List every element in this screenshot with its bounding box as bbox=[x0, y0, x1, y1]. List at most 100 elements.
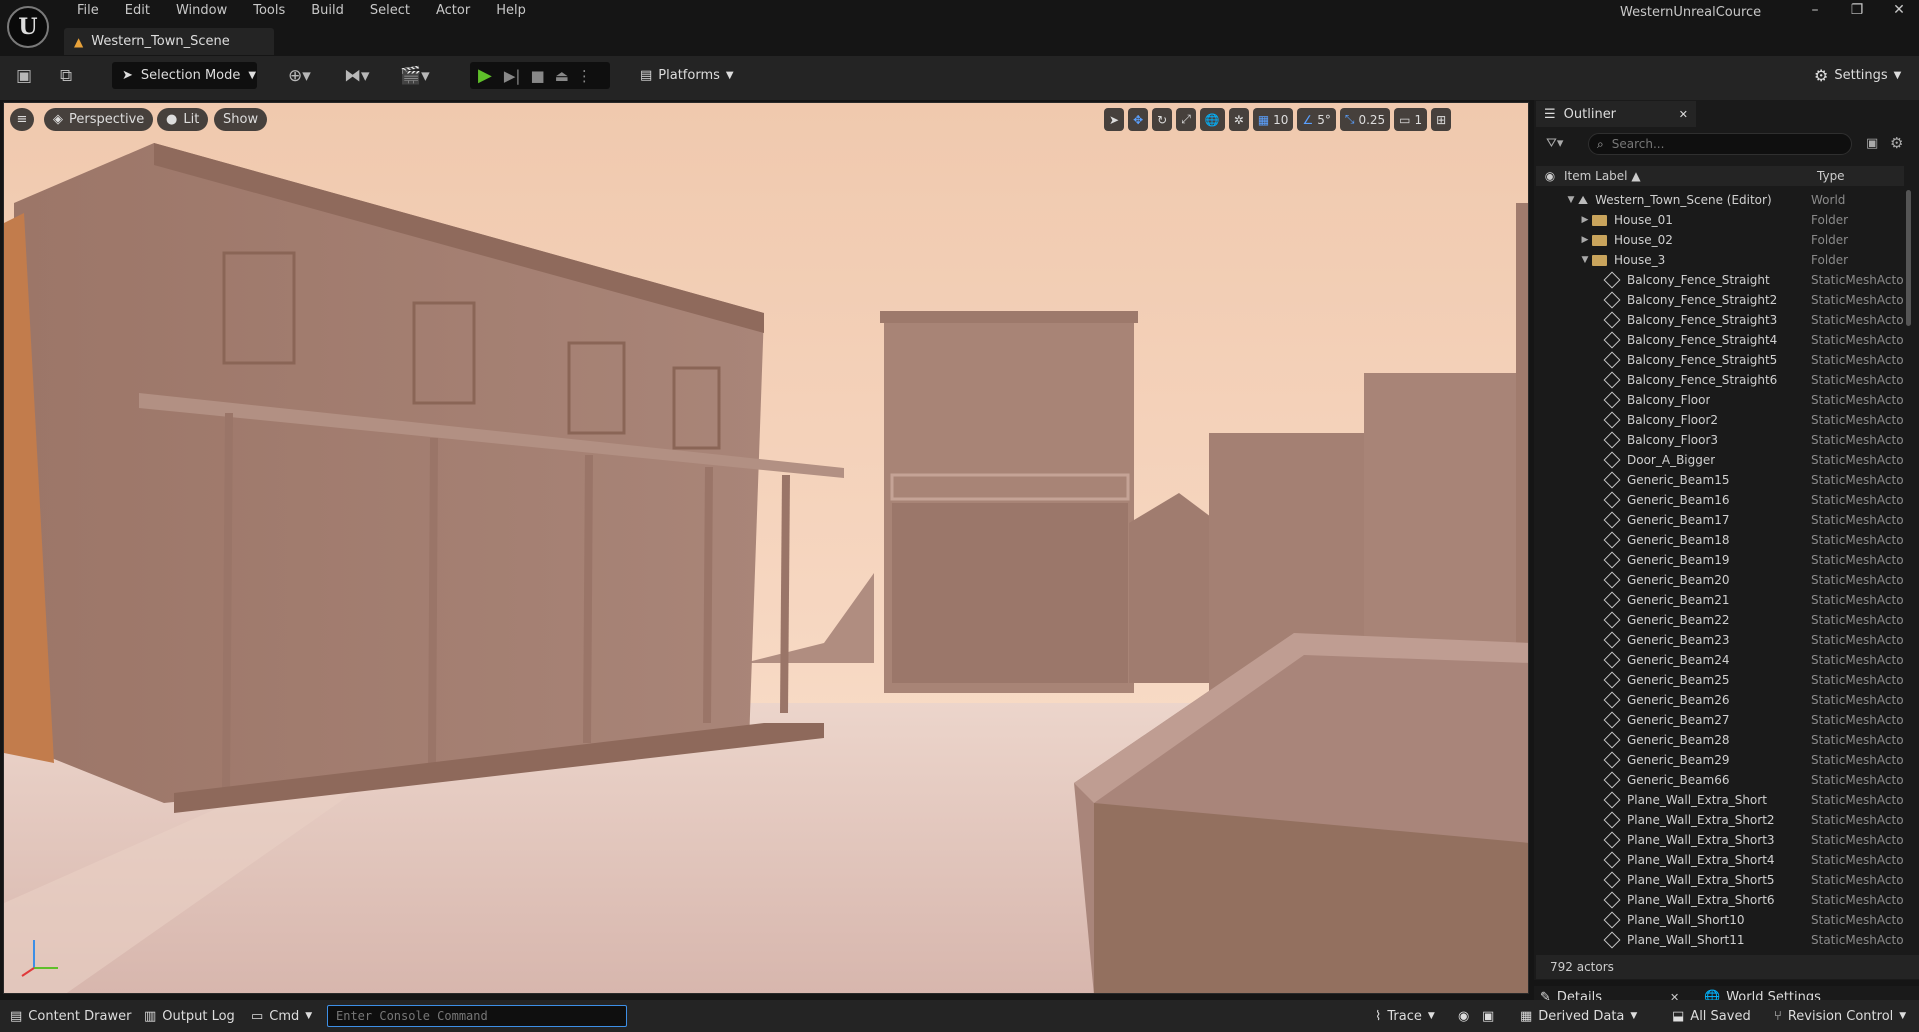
level-viewport[interactable] bbox=[3, 102, 1529, 994]
stop-icon[interactable]: ■ bbox=[530, 67, 544, 85]
save-icon[interactable]: ▣ bbox=[16, 66, 32, 86]
outliner-search-input[interactable]: ⌕ Search... bbox=[1588, 133, 1852, 155]
outliner-row[interactable]: Plane_Wall_Extra_Short4 StaticMeshActor bbox=[1536, 850, 1904, 870]
outliner-row[interactable]: Plane_Wall_Extra_Short6 StaticMeshActor bbox=[1536, 890, 1904, 910]
outliner-scrollbar[interactable] bbox=[1906, 190, 1911, 326]
outliner-row[interactable]: Balcony_Fence_Straight5 StaticMeshActor bbox=[1536, 350, 1904, 370]
eject-icon[interactable]: ⏏ bbox=[555, 67, 569, 85]
outliner-row[interactable]: Door_A_Bigger StaticMeshActor bbox=[1536, 450, 1904, 470]
more-options-icon[interactable]: ⋮ bbox=[577, 67, 592, 85]
close-window-button[interactable]: ✕ bbox=[1884, 2, 1914, 22]
outliner-row[interactable]: Balcony_Floor2 StaticMeshActor bbox=[1536, 410, 1904, 430]
outliner-row[interactable]: Generic_Beam24 StaticMeshActor bbox=[1536, 650, 1904, 670]
cinematics-icon[interactable]: 🎬▾ bbox=[400, 66, 430, 86]
outliner-row[interactable]: Generic_Beam23 StaticMeshActor bbox=[1536, 630, 1904, 650]
outliner-row[interactable]: Generic_Beam21 StaticMeshActor bbox=[1536, 590, 1904, 610]
collapse-arrow-icon[interactable]: ▼ bbox=[1564, 195, 1578, 205]
outliner-row[interactable]: Generic_Beam18 StaticMeshActor bbox=[1536, 530, 1904, 550]
cmd-dropdown[interactable]: ▭ Cmd ▼ bbox=[251, 1009, 312, 1024]
add-actor-icon[interactable]: ⊕▾ bbox=[288, 66, 311, 86]
outliner-row[interactable]: Generic_Beam27 StaticMeshActor bbox=[1536, 710, 1904, 730]
outliner-row[interactable]: Generic_Beam29 StaticMeshActor bbox=[1536, 750, 1904, 770]
outliner-row[interactable]: ▼ ⛰ Western_Town_Scene (Editor) World bbox=[1536, 190, 1904, 210]
scale-tool-icon[interactable]: ⤢ bbox=[1176, 108, 1196, 131]
outliner-row[interactable]: Balcony_Fence_Straight4 StaticMeshActor bbox=[1536, 330, 1904, 350]
outliner-row[interactable]: ▶ House_01 Folder bbox=[1536, 210, 1904, 230]
settings-dropdown[interactable]: ⚙ Settings ▼ bbox=[1814, 62, 1901, 89]
outliner-row[interactable]: Generic_Beam66 StaticMeshActor bbox=[1536, 770, 1904, 790]
close-icon[interactable]: ✕ bbox=[1679, 108, 1688, 121]
outliner-row[interactable]: Generic_Beam16 StaticMeshActor bbox=[1536, 490, 1904, 510]
rotate-tool-icon[interactable]: ↻ bbox=[1152, 108, 1173, 131]
camera-speed-button[interactable]: ▭ 1 bbox=[1394, 108, 1428, 131]
outliner-row[interactable]: Balcony_Floor StaticMeshActor bbox=[1536, 390, 1904, 410]
outliner-row[interactable]: ▼ House_3 Folder bbox=[1536, 250, 1904, 270]
menu-build[interactable]: Build bbox=[298, 0, 357, 24]
outliner-row[interactable]: Generic_Beam25 StaticMeshActor bbox=[1536, 670, 1904, 690]
scale-snap-toggle[interactable]: ⤡ 0.25 bbox=[1339, 108, 1391, 131]
menu-file[interactable]: File bbox=[64, 0, 112, 24]
outliner-row[interactable]: Generic_Beam17 StaticMeshActor bbox=[1536, 510, 1904, 530]
outliner-row[interactable]: Plane_Wall_Extra_Short5 StaticMeshActor bbox=[1536, 870, 1904, 890]
menu-actor[interactable]: Actor bbox=[423, 0, 483, 24]
select-tool-icon[interactable]: ➤ bbox=[1104, 108, 1125, 131]
console-command-input[interactable]: Enter Console Command bbox=[327, 1005, 627, 1027]
outliner-row[interactable]: Generic_Beam20 StaticMeshActor bbox=[1536, 570, 1904, 590]
outliner-row[interactable]: ▶ House_02 Folder bbox=[1536, 230, 1904, 250]
filter-icon[interactable]: ⛛▾ bbox=[1546, 136, 1563, 151]
surface-snap-icon[interactable]: ✲ bbox=[1228, 108, 1249, 131]
output-log-button[interactable]: ▥ Output Log bbox=[144, 1009, 235, 1024]
outliner-row[interactable]: Generic_Beam28 StaticMeshActor bbox=[1536, 730, 1904, 750]
outliner-row[interactable]: Balcony_Fence_Straight6 StaticMeshActor bbox=[1536, 370, 1904, 390]
viewport-layout-icon[interactable]: ⊞ bbox=[1431, 108, 1452, 131]
outliner-row[interactable]: Generic_Beam15 StaticMeshActor bbox=[1536, 470, 1904, 490]
collapse-arrow-icon[interactable]: ▼ bbox=[1578, 255, 1592, 265]
selection-mode-dropdown[interactable]: ➤ Selection Mode ▼ bbox=[112, 62, 257, 89]
outliner-row[interactable]: Balcony_Fence_Straight2 StaticMeshActor bbox=[1536, 290, 1904, 310]
viewport-menu-button[interactable]: ≡ bbox=[10, 108, 34, 131]
outliner-row[interactable]: Balcony_Fence_Straight StaticMeshActor bbox=[1536, 270, 1904, 290]
unreal-logo-icon[interactable]: U bbox=[7, 6, 49, 48]
outliner-row[interactable]: Plane_Wall_Short10 StaticMeshActor bbox=[1536, 910, 1904, 930]
screenshot-icon[interactable]: ▣ bbox=[1482, 1009, 1494, 1024]
outliner-row[interactable]: Generic_Beam19 StaticMeshActor bbox=[1536, 550, 1904, 570]
document-tab[interactable]: ▲ Western_Town_Scene bbox=[64, 28, 274, 55]
play-icon[interactable]: ▶ bbox=[478, 65, 492, 86]
outliner-row[interactable]: Balcony_Fence_Straight3 StaticMeshActor bbox=[1536, 310, 1904, 330]
perspective-button[interactable]: ◈ Perspective bbox=[44, 108, 154, 131]
minimize-button[interactable]: – bbox=[1800, 2, 1830, 22]
visibility-icon[interactable]: ◉ bbox=[1536, 169, 1564, 183]
record-icon[interactable]: ◉ bbox=[1458, 1009, 1469, 1024]
show-button[interactable]: Show bbox=[214, 108, 268, 131]
translate-tool-icon[interactable]: ✥ bbox=[1128, 108, 1149, 131]
all-saved-button[interactable]: ⬓ All Saved bbox=[1672, 1009, 1751, 1024]
column-item-label[interactable]: Item Label ▲ bbox=[1564, 169, 1811, 183]
step-icon[interactable]: ▶| bbox=[504, 67, 521, 85]
column-type[interactable]: Type bbox=[1811, 169, 1845, 183]
menu-tools[interactable]: Tools bbox=[240, 0, 298, 24]
outliner-row[interactable]: Plane_Wall_Extra_Short2 StaticMeshActor bbox=[1536, 810, 1904, 830]
derived-data-dropdown[interactable]: ▦ Derived Data ▼ bbox=[1520, 1009, 1637, 1024]
outliner-row[interactable]: Plane_Wall_Extra_Short3 StaticMeshActor bbox=[1536, 830, 1904, 850]
expand-arrow-icon[interactable]: ▶ bbox=[1578, 215, 1592, 225]
content-drawer-button[interactable]: ▤ Content Drawer bbox=[10, 1009, 131, 1024]
revision-control-dropdown[interactable]: ⑂ Revision Control ▼ bbox=[1774, 1009, 1906, 1024]
outliner-row[interactable]: Plane_Wall_Extra_Short StaticMeshActor bbox=[1536, 790, 1904, 810]
add-folder-icon[interactable]: ▣ bbox=[1866, 136, 1878, 151]
menu-window[interactable]: Window bbox=[163, 0, 240, 24]
gear-icon[interactable]: ⚙ bbox=[1890, 134, 1903, 152]
restore-button[interactable]: ❐ bbox=[1842, 2, 1872, 22]
outliner-row[interactable]: Plane_Wall_Short11 StaticMeshActor bbox=[1536, 930, 1904, 950]
menu-edit[interactable]: Edit bbox=[112, 0, 163, 24]
grid-snap-toggle[interactable]: ▦ 10 bbox=[1252, 108, 1294, 131]
menu-select[interactable]: Select bbox=[357, 0, 423, 24]
outliner-tab[interactable]: ☰ Outliner ✕ bbox=[1536, 101, 1696, 127]
outliner-row[interactable]: Generic_Beam26 StaticMeshActor bbox=[1536, 690, 1904, 710]
menu-help[interactable]: Help bbox=[483, 0, 539, 24]
outliner-row[interactable]: Balcony_Floor3 StaticMeshActor bbox=[1536, 430, 1904, 450]
trace-dropdown[interactable]: ⌇ Trace ▼ bbox=[1375, 1009, 1435, 1024]
platforms-dropdown[interactable]: ▤ Platforms ▼ bbox=[640, 62, 734, 89]
world-space-icon[interactable]: 🌐 bbox=[1199, 108, 1225, 131]
blueprint-icon[interactable]: ⧓▾ bbox=[344, 66, 370, 86]
expand-arrow-icon[interactable]: ▶ bbox=[1578, 235, 1592, 245]
